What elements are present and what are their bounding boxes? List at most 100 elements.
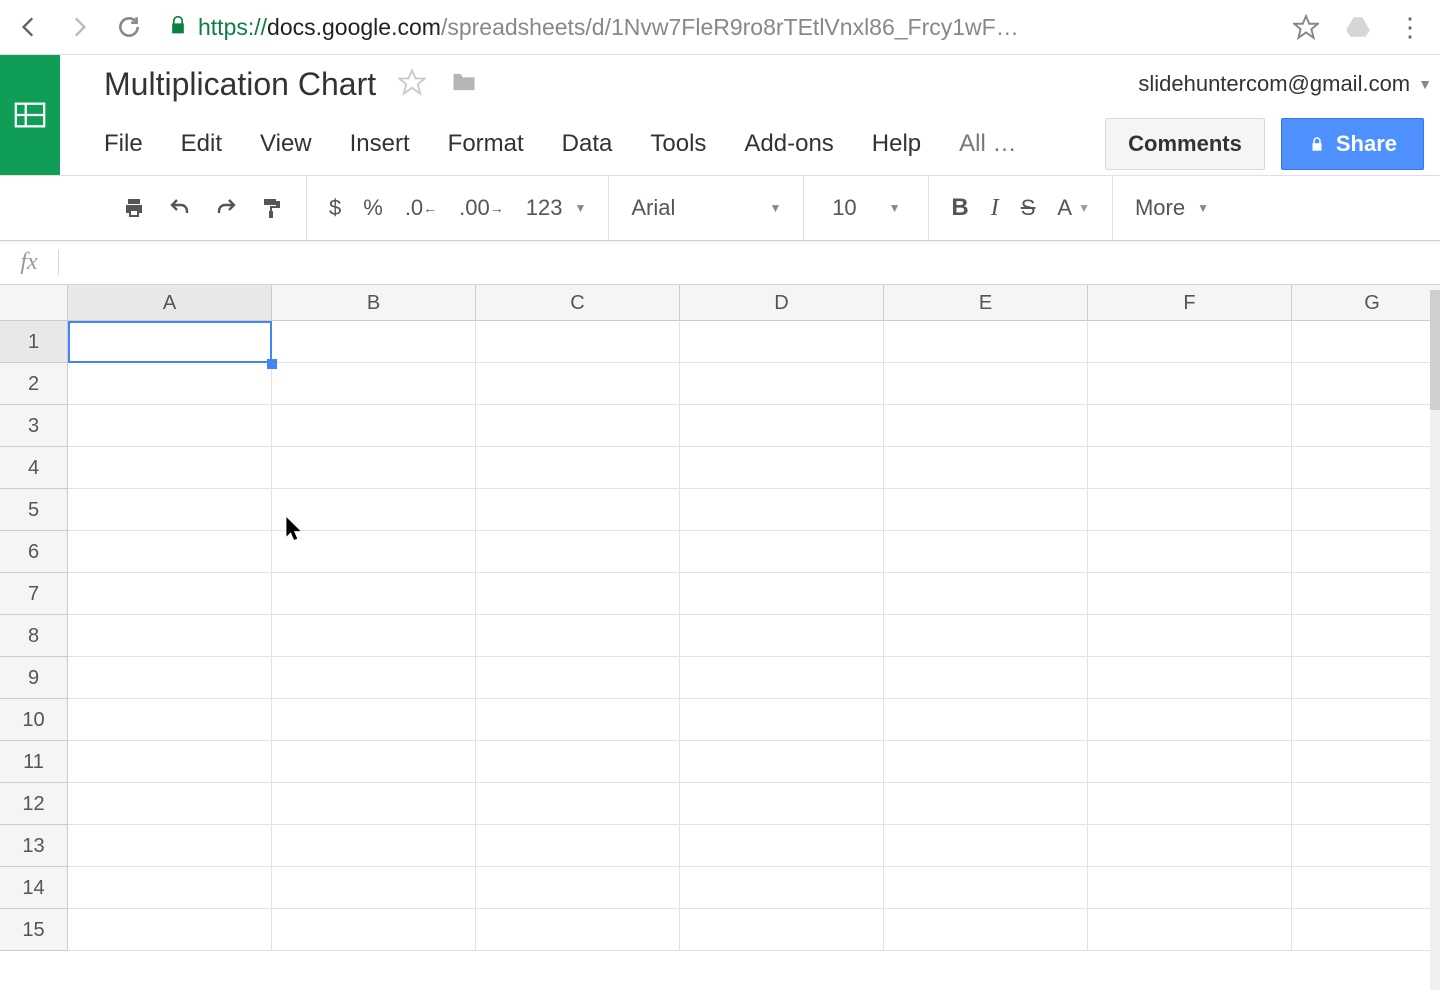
row-header-2[interactable]: 2 (0, 363, 68, 405)
col-header-e[interactable]: E (884, 285, 1088, 321)
folder-icon[interactable] (448, 68, 480, 101)
cell[interactable] (272, 447, 476, 489)
cell[interactable] (476, 741, 680, 783)
cell[interactable] (476, 699, 680, 741)
cell[interactable] (1088, 615, 1292, 657)
cell[interactable] (68, 699, 272, 741)
cell[interactable] (884, 363, 1088, 405)
row-header-6[interactable]: 6 (0, 531, 68, 573)
cell[interactable] (884, 657, 1088, 699)
cell[interactable] (476, 783, 680, 825)
strikethrough-button[interactable]: S (1021, 195, 1036, 221)
formula-input[interactable] (59, 241, 1440, 284)
cell[interactable] (476, 489, 680, 531)
paint-format-icon[interactable] (260, 196, 284, 220)
cell[interactable] (68, 657, 272, 699)
cell[interactable] (884, 405, 1088, 447)
cell[interactable] (1088, 909, 1292, 951)
cell[interactable] (68, 405, 272, 447)
drive-sync-icon[interactable] (1338, 14, 1378, 40)
cell[interactable] (1088, 657, 1292, 699)
undo-icon[interactable] (168, 196, 192, 220)
cell[interactable] (680, 405, 884, 447)
cell[interactable] (680, 867, 884, 909)
cell[interactable] (476, 573, 680, 615)
row-header-4[interactable]: 4 (0, 447, 68, 489)
cell[interactable] (68, 909, 272, 951)
col-header-a[interactable]: A (68, 285, 272, 321)
increase-decimal-button[interactable]: .00→ (459, 197, 504, 219)
cell[interactable] (1292, 531, 1440, 573)
decrease-decimal-button[interactable]: .0← (405, 197, 437, 219)
cell[interactable] (680, 573, 884, 615)
cell[interactable] (1292, 867, 1440, 909)
cell[interactable] (476, 405, 680, 447)
cell[interactable] (680, 783, 884, 825)
number-format-dropdown[interactable]: 123▼ (526, 195, 587, 221)
cell[interactable] (884, 531, 1088, 573)
cell[interactable] (1292, 573, 1440, 615)
cell[interactable] (1292, 321, 1440, 363)
vertical-scrollbar[interactable] (1430, 290, 1440, 990)
cell[interactable] (68, 825, 272, 867)
cell[interactable] (272, 405, 476, 447)
row-header-7[interactable]: 7 (0, 573, 68, 615)
selection-fill-handle[interactable] (267, 359, 277, 369)
cell[interactable] (1088, 321, 1292, 363)
row-header-15[interactable]: 15 (0, 909, 68, 951)
sheets-logo-icon[interactable] (0, 55, 60, 175)
menu-data[interactable]: Data (562, 130, 613, 158)
cell[interactable] (1088, 447, 1292, 489)
format-currency-button[interactable]: $ (329, 195, 341, 221)
menu-help[interactable]: Help (872, 130, 921, 158)
cell[interactable] (1292, 825, 1440, 867)
row-header-10[interactable]: 10 (0, 699, 68, 741)
cell[interactable] (68, 363, 272, 405)
cell[interactable] (1292, 615, 1440, 657)
format-percent-button[interactable]: % (363, 195, 383, 221)
font-family-dropdown[interactable]: Arial▼ (631, 195, 781, 221)
col-header-g[interactable]: G (1292, 285, 1440, 321)
cell[interactable] (1292, 699, 1440, 741)
menu-edit[interactable]: Edit (181, 130, 222, 158)
col-header-f[interactable]: F (1088, 285, 1292, 321)
row-header-11[interactable]: 11 (0, 741, 68, 783)
scroll-thumb[interactable] (1430, 290, 1440, 410)
cell[interactable] (272, 909, 476, 951)
row-header-13[interactable]: 13 (0, 825, 68, 867)
cell[interactable] (680, 489, 884, 531)
cell[interactable] (680, 531, 884, 573)
cell[interactable] (1292, 363, 1440, 405)
cell[interactable] (884, 741, 1088, 783)
cell[interactable] (884, 447, 1088, 489)
cell[interactable] (884, 825, 1088, 867)
cell[interactable] (1088, 405, 1292, 447)
cell[interactable] (680, 615, 884, 657)
cell[interactable] (680, 699, 884, 741)
document-title[interactable]: Multiplication Chart (104, 66, 376, 103)
browser-forward-button[interactable] (60, 8, 98, 46)
cell[interactable] (1292, 783, 1440, 825)
cell[interactable] (68, 783, 272, 825)
redo-icon[interactable] (214, 196, 238, 220)
cell[interactable] (1292, 657, 1440, 699)
cell[interactable] (1292, 447, 1440, 489)
cell[interactable] (1088, 825, 1292, 867)
cell[interactable] (680, 909, 884, 951)
font-size-dropdown[interactable]: 10▼ (826, 195, 906, 221)
cell[interactable] (476, 825, 680, 867)
browser-more-icon[interactable]: ⋮ (1390, 12, 1430, 43)
print-icon[interactable] (122, 196, 146, 220)
cell[interactable] (272, 867, 476, 909)
cell[interactable] (68, 741, 272, 783)
cell[interactable] (476, 657, 680, 699)
cell[interactable] (1088, 531, 1292, 573)
cell[interactable] (476, 615, 680, 657)
cell[interactable] (272, 573, 476, 615)
cell[interactable] (68, 867, 272, 909)
cell[interactable] (680, 363, 884, 405)
cell[interactable] (1292, 489, 1440, 531)
share-button[interactable]: Share (1281, 118, 1424, 170)
cell[interactable] (1088, 363, 1292, 405)
cell[interactable] (884, 489, 1088, 531)
